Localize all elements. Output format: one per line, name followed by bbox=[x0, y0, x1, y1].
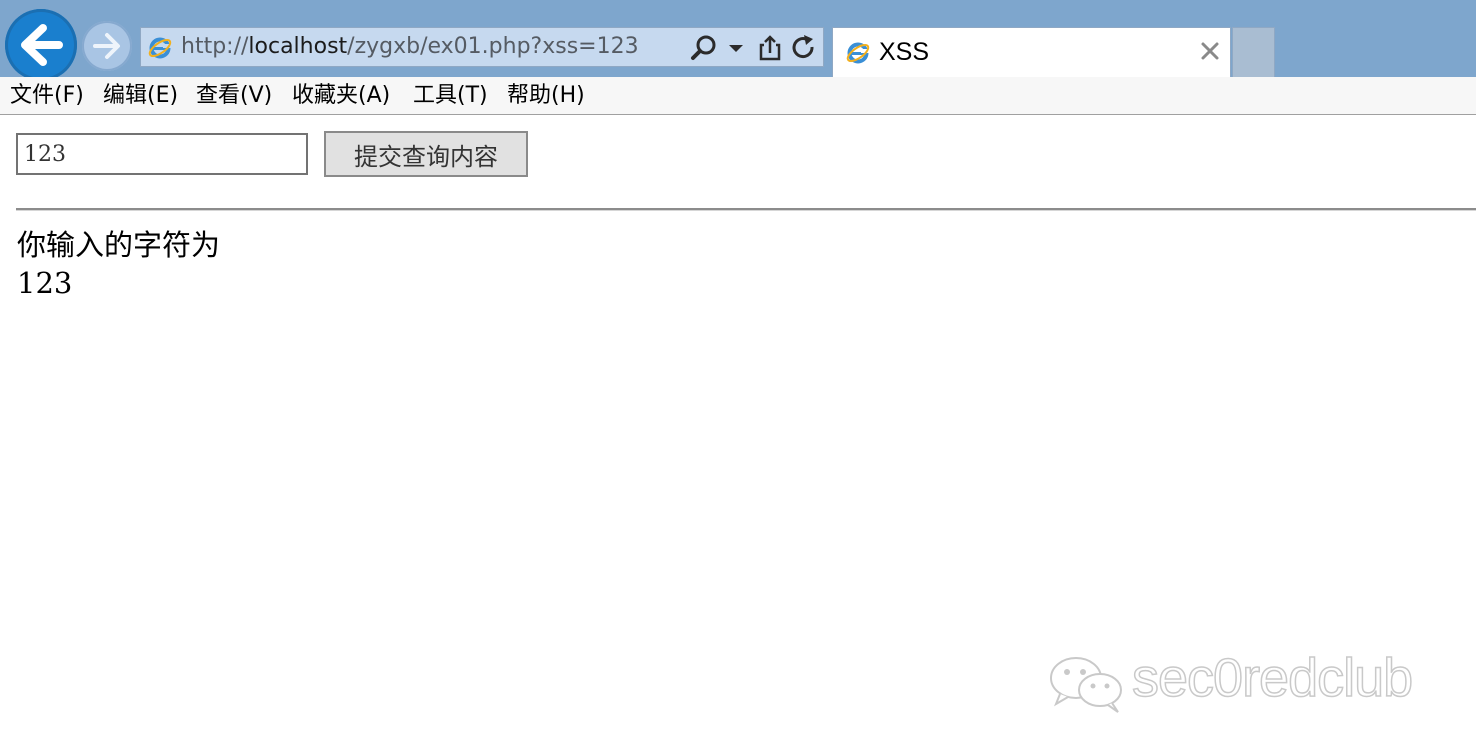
tab-xss[interactable]: XSS bbox=[832, 27, 1231, 77]
close-icon[interactable] bbox=[1199, 40, 1221, 62]
menu-item-help[interactable]: 帮助(H) bbox=[507, 81, 585, 111]
url-path: /zygxb/ex01.php?xss=123 bbox=[347, 34, 639, 59]
url-host: localhost bbox=[248, 34, 348, 59]
wechat-logo-icon bbox=[1050, 657, 1122, 713]
forward-button[interactable] bbox=[82, 21, 132, 71]
result-label: 你输入的字符为 bbox=[17, 228, 221, 262]
refresh-icon[interactable] bbox=[789, 33, 819, 63]
menu-item-file[interactable]: 文件(F) bbox=[10, 81, 84, 111]
chevron-down-icon[interactable] bbox=[725, 33, 747, 63]
menu-item-edit[interactable]: 编辑(E) bbox=[103, 81, 178, 111]
search-icon[interactable] bbox=[689, 33, 719, 63]
menu-bar: 文件(F) 编辑(E) 查看(V) 收藏夹(A) 工具(T) 帮助(H) bbox=[0, 77, 1476, 115]
share-icon[interactable] bbox=[757, 33, 783, 63]
address-bar[interactable]: http://localhost/zygxb/ex01.php?xss=123 bbox=[140, 27, 824, 67]
horizontal-rule bbox=[16, 208, 1476, 211]
menu-item-favorites[interactable]: 收藏夹(A) bbox=[292, 81, 390, 111]
ie-logo-icon bbox=[846, 42, 870, 64]
arrow-left-icon bbox=[21, 24, 63, 66]
submit-button[interactable]: 提交查询内容 bbox=[324, 131, 528, 177]
browser-titlebar: http://localhost/zygxb/ex01.php?xss=123 … bbox=[0, 0, 1476, 81]
menu-item-view[interactable]: 查看(V) bbox=[196, 81, 272, 111]
ie-logo-icon bbox=[148, 37, 172, 59]
url-protocol: http:// bbox=[181, 34, 249, 59]
address-url[interactable]: http://localhost/zygxb/ex01.php?xss=123 bbox=[181, 33, 639, 61]
watermark-text: sec0redclub bbox=[1131, 647, 1414, 709]
arrow-right-icon bbox=[93, 33, 120, 59]
result-value: 123 bbox=[17, 266, 73, 300]
menu-item-tools[interactable]: 工具(T) bbox=[413, 81, 488, 111]
new-tab-button[interactable] bbox=[1232, 27, 1275, 77]
tab-title: XSS bbox=[879, 38, 930, 66]
query-input[interactable] bbox=[16, 133, 308, 175]
back-button[interactable] bbox=[5, 9, 77, 81]
